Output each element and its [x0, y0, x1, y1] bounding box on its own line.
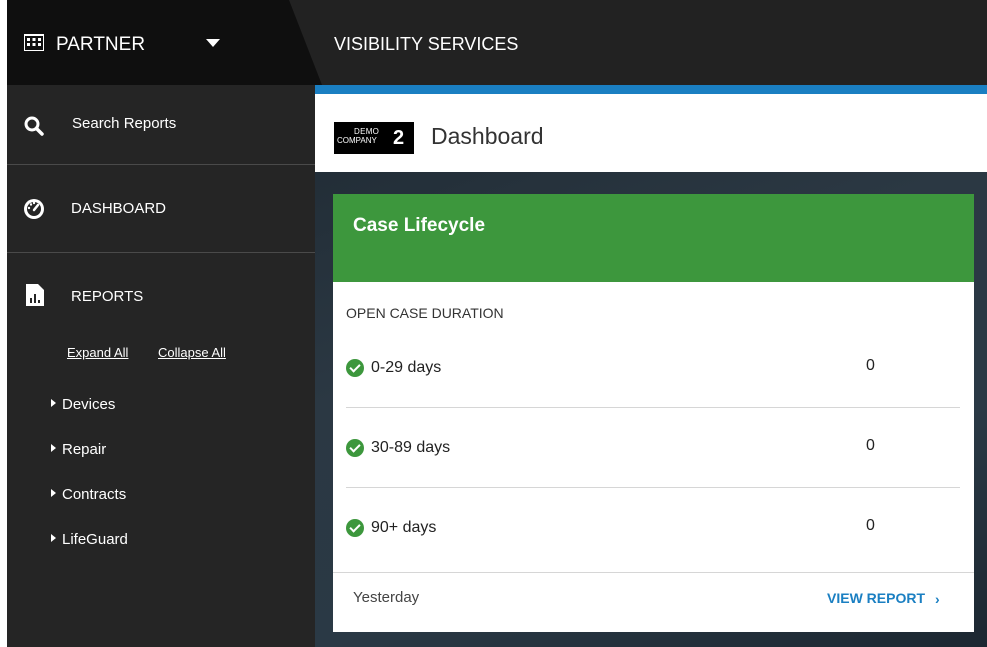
logo-line2: COMPANY	[337, 136, 377, 145]
sidebar-item-reports[interactable]: REPORTS	[7, 253, 315, 333]
triangle-right-icon	[51, 489, 56, 497]
case-lifecycle-card: Case Lifecycle OPEN CASE DURATION 0-29 d…	[333, 194, 974, 632]
duration-count: 0	[866, 357, 875, 374]
page-header: DEMO COMPANY 2 Dashboard	[315, 94, 987, 172]
tree-item-label: Contracts	[62, 486, 127, 503]
tree-item-contracts[interactable]: Contracts	[51, 486, 126, 503]
triangle-right-icon	[51, 444, 56, 452]
row-divider	[346, 487, 960, 488]
page-title: Dashboard	[431, 123, 544, 149]
card-header: Case Lifecycle	[333, 194, 974, 282]
sidebar-item-dashboard[interactable]: DASHBOARD	[7, 165, 315, 252]
check-circle-icon	[346, 519, 364, 537]
tree-item-label: Repair	[62, 441, 107, 458]
sidebar: Search Reports DASHBOARD REPORTS Expand …	[7, 85, 315, 647]
partner-label: PARTNER	[56, 34, 146, 55]
logo-number: 2	[393, 127, 405, 149]
duration-count: 0	[866, 437, 875, 454]
logo-line1: DEMO	[354, 127, 380, 136]
card-subtitle: OPEN CASE DURATION	[346, 305, 504, 321]
duration-label: 0-29 days	[371, 359, 442, 376]
tree-item-label: LifeGuard	[62, 531, 128, 548]
card-title: Case Lifecycle	[353, 215, 486, 236]
tree-item-label: Devices	[62, 396, 116, 413]
chevron-right-icon[interactable]: ›	[935, 591, 940, 607]
expand-all-link[interactable]: Expand All	[67, 345, 128, 360]
updated-time: Yesterday	[353, 589, 420, 606]
check-circle-icon	[346, 439, 364, 457]
view-report-link[interactable]: VIEW REPORT	[827, 590, 925, 606]
building-icon	[24, 34, 44, 51]
card-footer: Yesterday VIEW REPORT ›	[333, 572, 974, 632]
duration-row: 90+ days 0	[346, 499, 960, 579]
check-circle-icon	[346, 359, 364, 377]
service-title: VISIBILITY SERVICES	[334, 34, 519, 54]
duration-count: 0	[866, 517, 875, 534]
caret-down-icon[interactable]	[206, 39, 220, 47]
accent-bar	[315, 85, 987, 94]
triangle-right-icon	[51, 399, 56, 407]
sidebar-reports-label: REPORTS	[71, 288, 144, 305]
search-icon	[24, 116, 44, 136]
sidebar-search-label: Search Reports	[72, 115, 177, 132]
tree-item-repair[interactable]: Repair	[51, 441, 106, 458]
collapse-all-link[interactable]: Collapse All	[158, 345, 226, 360]
duration-label: 30-89 days	[371, 439, 451, 456]
company-logo: DEMO COMPANY 2	[334, 122, 414, 154]
row-divider	[346, 407, 960, 408]
main-content: DEMO COMPANY 2 Dashboard Case Lifecycle …	[315, 85, 987, 647]
speedometer-icon	[24, 199, 44, 219]
duration-label: 90+ days	[371, 519, 437, 536]
partner-switcher[interactable]: PARTNER	[7, 0, 322, 85]
top-bar: PARTNER VISIBILITY SERVICES	[7, 0, 987, 85]
tree-item-lifeguard[interactable]: LifeGuard	[51, 531, 128, 548]
report-file-icon	[26, 284, 44, 306]
sidebar-dashboard-label: DASHBOARD	[71, 200, 167, 217]
triangle-right-icon	[51, 534, 56, 542]
sidebar-item-search[interactable]: Search Reports	[7, 85, 315, 163]
tree-item-devices[interactable]: Devices	[51, 396, 115, 413]
